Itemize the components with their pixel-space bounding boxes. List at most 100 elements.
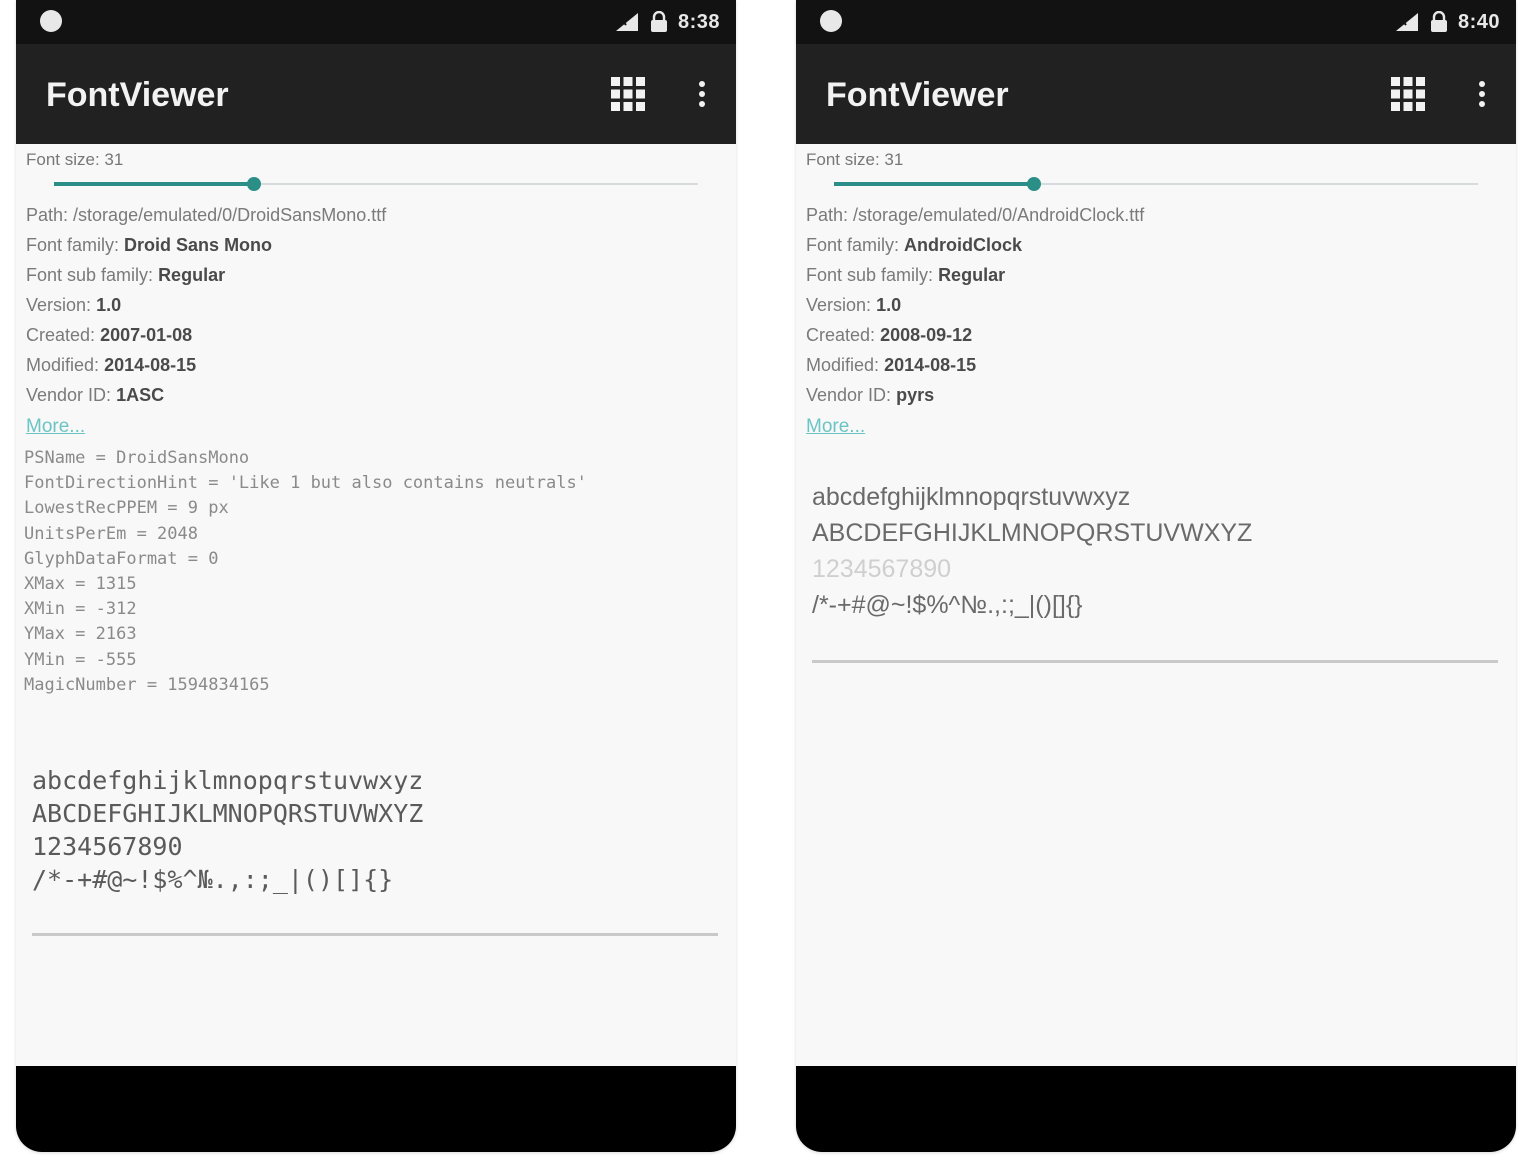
detail-psname: PSName = DroidSansMono (24, 448, 250, 468)
font-family-row: Font family: Droid Sans Mono (26, 230, 386, 260)
font-info-list: Path: /storage/emulated/0/DroidSansMono.… (26, 200, 386, 410)
font-info-content: Font size: 31 Path: /storage/emulated/0/… (796, 144, 1516, 1066)
sample-divider (812, 660, 1498, 663)
path-value: /storage/emulated/0/DroidSansMono.ttf (73, 205, 387, 225)
sample-uppercase: ABCDEFGHIJKLMNOPQRSTUVWXYZ (812, 519, 1253, 547)
font-family-value: Droid Sans Mono (124, 235, 273, 255)
created-value: 2007-01-08 (100, 325, 193, 345)
created-row: Created: 2008-09-12 (806, 320, 1144, 350)
path-row: Path: /storage/emulated/0/AndroidClock.t… (806, 200, 1144, 230)
sample-symbols: /*-+#@~!$%^№.,:;_|()[]{} (32, 865, 394, 894)
created-label: Created: (806, 325, 876, 345)
font-subfamily-value: Regular (158, 265, 226, 285)
modified-label: Modified: (806, 355, 880, 375)
slider-fill (54, 182, 254, 186)
sample-lowercase: abcdefghijklmnopqrstuvwxyz (32, 766, 424, 795)
path-value: /storage/emulated/0/AndroidClock.ttf (853, 205, 1145, 225)
signal-icon (615, 13, 638, 31)
more-link[interactable]: More... (26, 416, 85, 438)
sample-digits: 1234567890 (812, 555, 952, 583)
detail-xmin: XMin = -312 (24, 599, 137, 620)
app-title: FontViewer (826, 76, 1009, 114)
font-info-list: Path: /storage/emulated/0/AndroidClock.t… (806, 200, 1144, 410)
vendor-row: Vendor ID: 1ASC (26, 380, 386, 410)
slider-fill (834, 182, 1034, 186)
sample-symbols: /*-+#@~!$%^№.,:;_|()[]{} (812, 591, 1083, 619)
path-row: Path: /storage/emulated/0/DroidSansMono.… (26, 200, 386, 230)
status-time: 8:38 (677, 10, 720, 33)
app-bar: FontViewer (16, 44, 736, 144)
sample-digits: 1234567890 (32, 832, 183, 861)
detail-magic-number: MagicNumber = 1594834165 (24, 674, 270, 695)
created-value: 2008-09-12 (880, 325, 973, 345)
detail-ymax: YMax = 2163 (24, 624, 137, 645)
detail-units-per-em: UnitsPerEm = 2048 (24, 523, 198, 544)
modified-value: 2014-08-15 (104, 355, 197, 375)
font-family-label: Font family: (26, 235, 120, 255)
font-subfamily-row: Font sub family: Regular (806, 260, 1144, 290)
detail-lowest-rec-ppem: LowestRecPPEM = 9 px (24, 498, 229, 519)
slider-thumb[interactable] (246, 177, 261, 191)
status-bar: 8:40 (796, 0, 1516, 44)
lock-icon (650, 11, 667, 32)
version-row: Version: 1.0 (26, 290, 386, 320)
version-value: 1.0 (96, 295, 122, 315)
lock-icon (1430, 11, 1447, 32)
modified-label: Modified: (26, 355, 100, 375)
font-subfamily-label: Font sub family: (26, 265, 154, 285)
font-subfamily-label: Font sub family: (806, 265, 934, 285)
signal-icon (1395, 13, 1418, 31)
font-family-row: Font family: AndroidClock (806, 230, 1144, 260)
grid-view-icon[interactable] (1390, 76, 1426, 112)
version-label: Version: (26, 295, 92, 315)
sample-lowercase: abcdefghijklmnopqrstuvwxyz (812, 483, 1131, 511)
modified-row: Modified: 2014-08-15 (26, 350, 386, 380)
font-sample: abcdefghijklmnopqrstuvwxyz ABCDEFGHIJKLM… (812, 479, 1252, 623)
detail-glyph-data-format: GlyphDataFormat = 0 (24, 548, 219, 569)
notification-icon (820, 10, 842, 32)
vendor-label: Vendor ID: (806, 385, 892, 405)
sample-uppercase: ABCDEFGHIJKLMNOPQRSTUVWXYZ (32, 799, 424, 828)
created-row: Created: 2007-01-08 (26, 320, 386, 350)
notification-icon (40, 10, 62, 32)
version-row: Version: 1.0 (806, 290, 1144, 320)
font-size-label: Font size: 31 (806, 150, 904, 169)
more-vert-icon[interactable] (698, 80, 706, 108)
detail-font-direction-hint: FontDirectionHint = 'Like 1 but also con… (24, 473, 587, 494)
more-link[interactable]: More... (806, 416, 865, 438)
font-subfamily-value: Regular (938, 265, 1006, 285)
vendor-value: 1ASC (116, 385, 165, 405)
vendor-row: Vendor ID: pyrs (806, 380, 1144, 410)
status-bar: 8:38 (16, 0, 736, 44)
detail-xmax: XMax = 1315 (24, 573, 137, 594)
version-label: Version: (806, 295, 872, 315)
font-sample: abcdefghijklmnopqrstuvwxyz ABCDEFGHIJKLM… (32, 764, 423, 896)
vendor-value: pyrs (896, 385, 935, 405)
more-vert-icon[interactable] (1478, 80, 1486, 108)
font-family-value: AndroidClock (904, 235, 1023, 255)
created-label: Created: (26, 325, 96, 345)
font-family-label: Font family: (806, 235, 900, 255)
font-size-slider[interactable] (834, 176, 1478, 192)
font-details-list: PSName = DroidSansMono FontDirectionHint… (24, 446, 587, 698)
modified-row: Modified: 2014-08-15 (806, 350, 1144, 380)
font-subfamily-row: Font sub family: Regular (26, 260, 386, 290)
version-value: 1.0 (876, 295, 902, 315)
app-bar: FontViewer (796, 44, 1516, 144)
path-label: Path: (26, 205, 69, 225)
phone-screen-right: 8:40 FontViewer Font size: 31 Path: /sto… (796, 0, 1516, 1152)
path-label: Path: (806, 205, 849, 225)
font-info-content: Font size: 31 Path: /storage/emulated/0/… (16, 144, 736, 1066)
modified-value: 2014-08-15 (884, 355, 977, 375)
phone-screen-left: 8:38 FontViewer Font size: 31 Path: /sto… (16, 0, 736, 1152)
font-size-slider[interactable] (54, 176, 698, 192)
status-time: 8:40 (1457, 10, 1500, 33)
slider-thumb[interactable] (1026, 177, 1041, 191)
detail-ymin: YMin = -555 (24, 649, 137, 670)
font-size-label: Font size: 31 (26, 150, 124, 169)
navigation-bar (16, 1066, 736, 1152)
grid-view-icon[interactable] (610, 76, 646, 112)
vendor-label: Vendor ID: (26, 385, 112, 405)
navigation-bar (796, 1066, 1516, 1152)
sample-divider (32, 933, 718, 936)
